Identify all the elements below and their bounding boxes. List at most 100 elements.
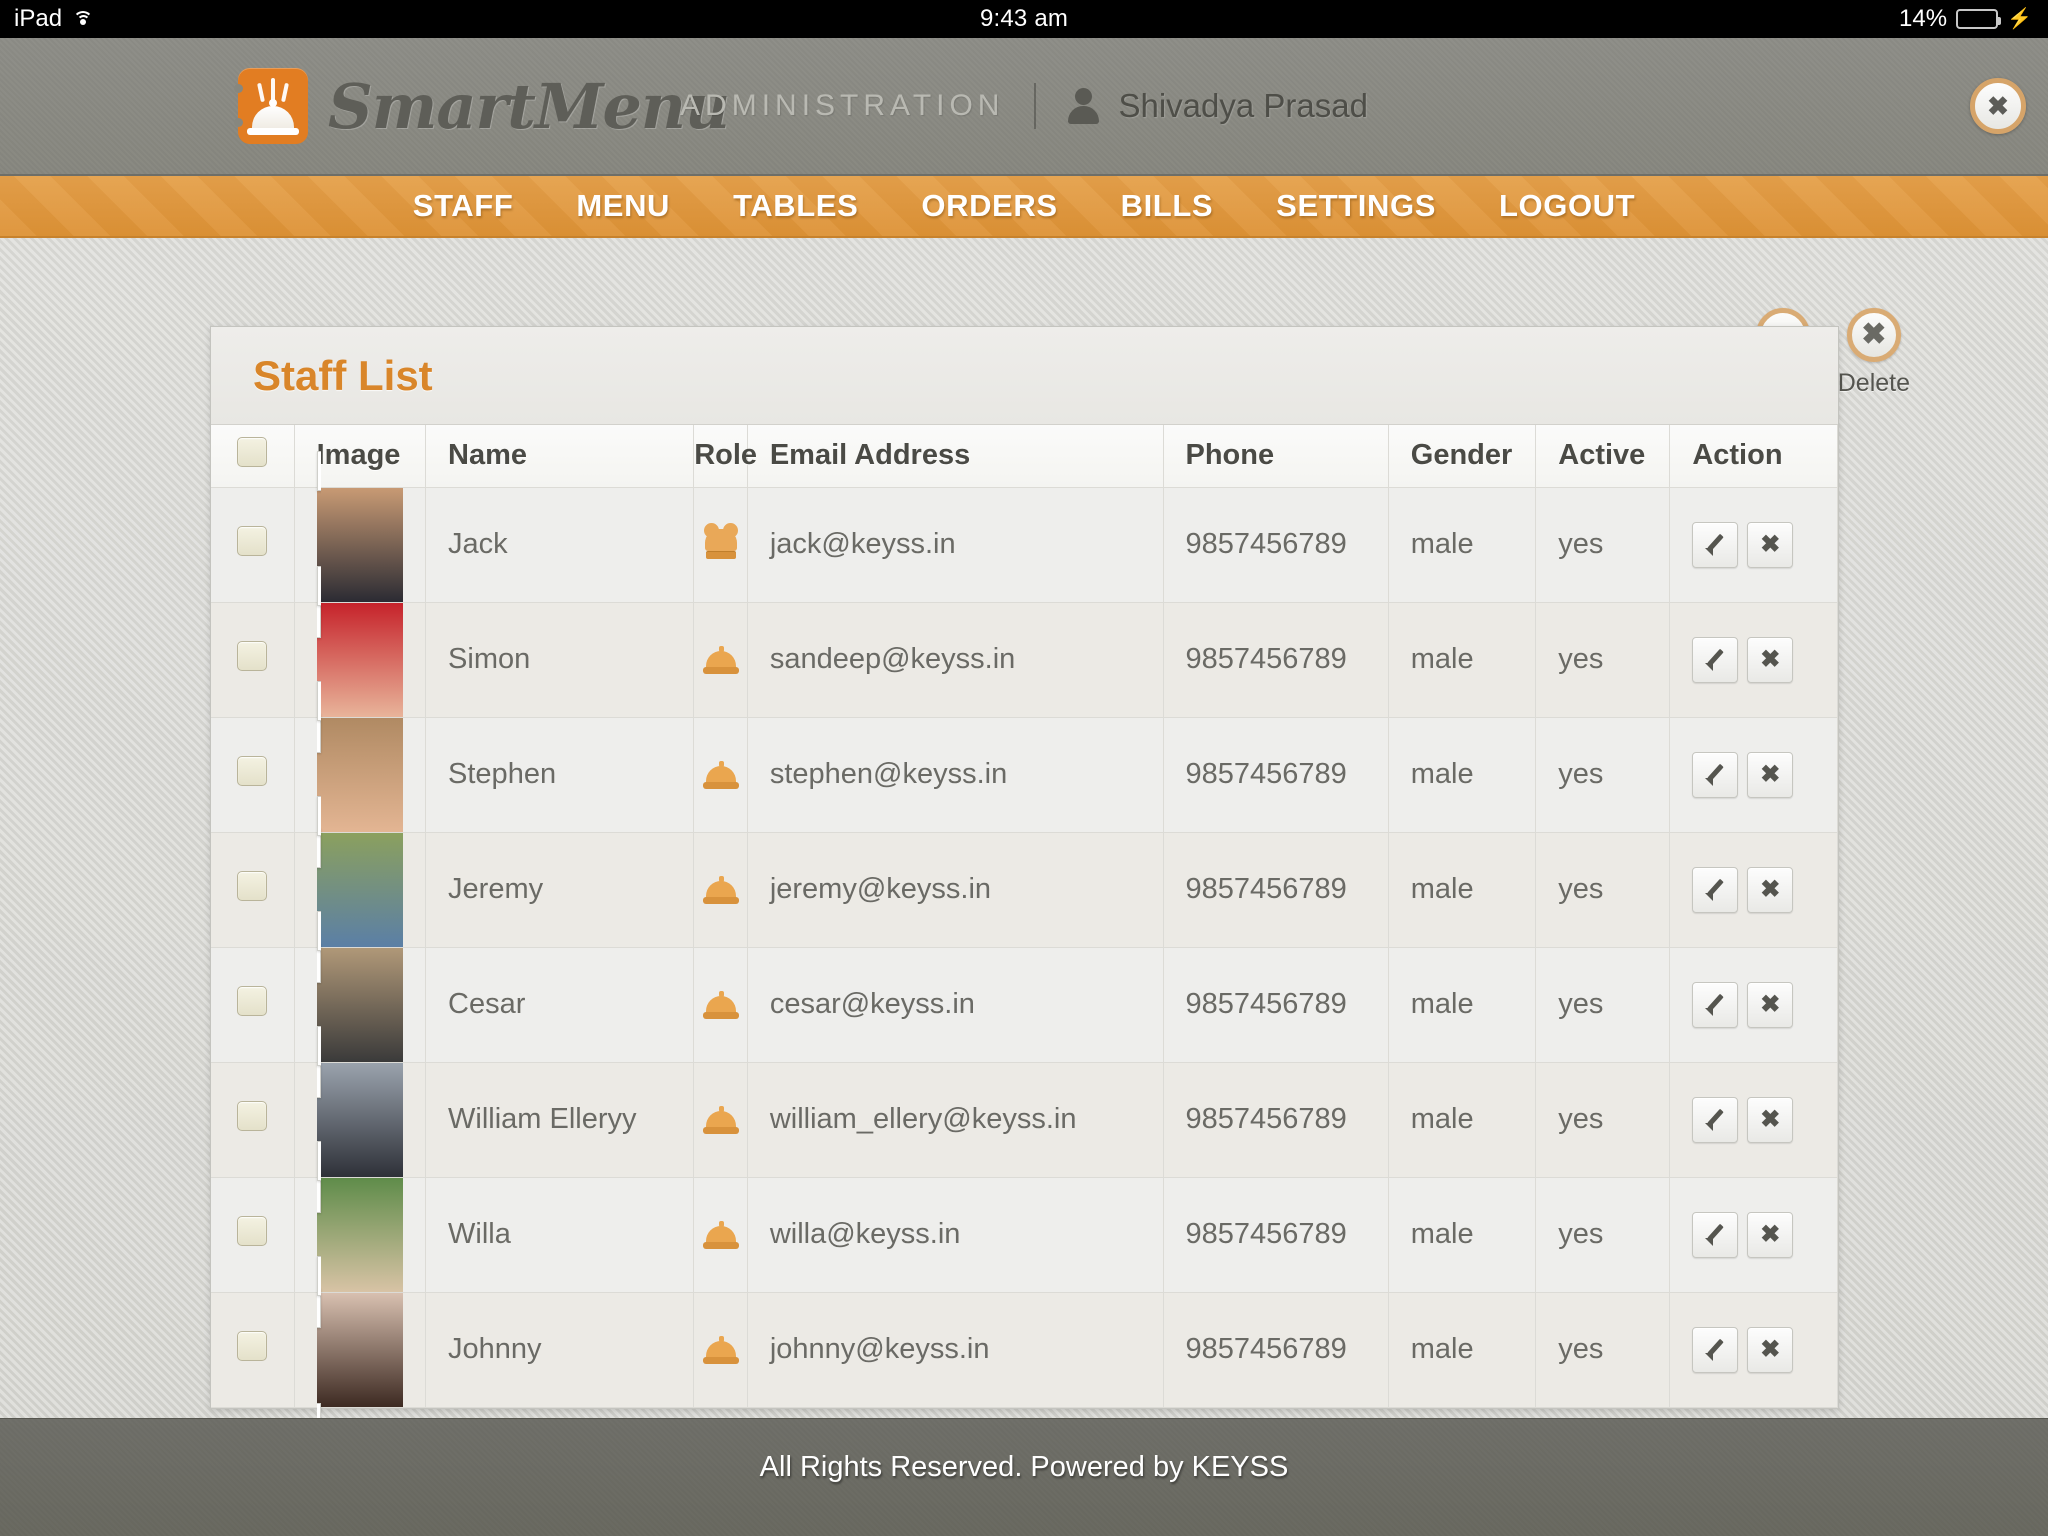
close-x-icon[interactable]: ✖ <box>1747 981 1794 1028</box>
column-header-gender[interactable]: Gender <box>1388 425 1537 488</box>
staff-gender: male <box>1388 717 1537 833</box>
staff-gender: male <box>1388 1177 1537 1293</box>
close-x-icon[interactable]: ✖ <box>1747 1096 1794 1143</box>
delete-button[interactable]: ✖ Delete <box>1838 308 1910 398</box>
avatar-cell <box>294 1255 427 1418</box>
nav-item-staff[interactable]: STAFF <box>413 188 514 224</box>
nav-item-menu[interactable]: MENU <box>576 188 670 224</box>
role-cell <box>693 602 748 718</box>
row-select-cell <box>211 1177 295 1293</box>
table-row[interactable]: Simon sandeep@keyss.in 9857456789 male yes ✖ <box>211 565 1838 753</box>
row-checkbox[interactable] <box>237 1330 268 1361</box>
row-select-cell <box>211 947 295 1063</box>
nav-item-settings[interactable]: SETTINGS <box>1276 188 1436 224</box>
pencil-edit-icon[interactable] <box>1692 1211 1739 1258</box>
pencil-edit-icon[interactable] <box>1692 1326 1739 1373</box>
close-x-icon[interactable]: ✖ <box>1747 636 1794 683</box>
status-bar-right: 14% ⚡ <box>1899 5 2032 33</box>
staff-active: yes <box>1535 487 1671 603</box>
row-checkbox[interactable] <box>237 1215 268 1246</box>
panel-header: Staff List <box>211 327 1838 425</box>
row-actions-cell: ✖ <box>1669 832 1838 948</box>
staff-name: Simon <box>425 602 695 718</box>
staff-gender: male <box>1388 947 1537 1063</box>
table-row[interactable]: Willa willa@keyss.in 9857456789 male yes ✖ <box>211 1140 1838 1328</box>
column-header-phone[interactable]: Phone <box>1163 425 1389 488</box>
column-header-active[interactable]: Active <box>1535 425 1671 488</box>
staff-email: cesar@keyss.in <box>747 947 1164 1063</box>
table-row[interactable]: Jeremy jeremy@keyss.in 9857456789 male yes ✖ <box>211 795 1838 983</box>
staff-active: yes <box>1535 602 1671 718</box>
staff-phone: 9857456789 <box>1163 487 1389 603</box>
row-select-cell <box>211 1292 295 1408</box>
serving-dome-icon <box>701 1100 741 1140</box>
nav-item-bills[interactable]: BILLS <box>1121 188 1214 224</box>
serving-dome-icon <box>701 870 741 910</box>
close-x-icon[interactable]: ✖ <box>1747 521 1794 568</box>
staff-active: yes <box>1535 832 1671 948</box>
pencil-edit-icon[interactable] <box>1692 866 1739 913</box>
staff-name: Stephen <box>425 717 695 833</box>
serving-dome-icon <box>701 1330 741 1370</box>
avatar-cell <box>294 1025 427 1213</box>
row-checkbox[interactable] <box>237 1100 268 1131</box>
role-cell <box>693 947 748 1063</box>
user-chip[interactable]: Shivadya Prasad <box>1066 86 1368 126</box>
column-header-name[interactable]: Name <box>425 425 695 488</box>
close-icon[interactable]: ✖ <box>1970 78 2026 134</box>
table-row[interactable]: Stephen stephen@keyss.in 9857456789 male yes… <box>211 680 1838 868</box>
staff-phone: 9857456789 <box>1163 1062 1389 1178</box>
column-header-role[interactable]: Role <box>693 425 757 488</box>
staff-phone: 9857456789 <box>1163 1177 1389 1293</box>
ios-status-bar: iPad 9:43 am 14% ⚡ <box>0 0 2048 38</box>
avatar-cell <box>294 795 427 983</box>
staff-email: stephen@keyss.in <box>747 717 1164 833</box>
nav-item-logout[interactable]: LOGOUT <box>1499 188 1635 224</box>
row-actions-cell: ✖ <box>1669 487 1838 603</box>
row-actions-cell: ✖ <box>1669 602 1838 718</box>
row-checkbox[interactable] <box>237 755 268 786</box>
staff-gender: male <box>1388 602 1537 718</box>
row-checkbox[interactable] <box>237 640 268 671</box>
table-row[interactable]: Johnny johnny@keyss.in 9857456789 male yes ✖ <box>211 1255 1838 1418</box>
row-actions-cell: ✖ <box>1669 1177 1838 1293</box>
staff-email: jack@keyss.in <box>747 487 1164 603</box>
row-select-cell <box>211 832 295 948</box>
close-x-icon[interactable]: ✖ <box>1747 1326 1794 1373</box>
pencil-edit-icon[interactable] <box>1692 1096 1739 1143</box>
row-checkbox[interactable] <box>237 985 268 1016</box>
row-select-cell <box>211 602 295 718</box>
nav-item-orders[interactable]: ORDERS <box>921 188 1057 224</box>
select-all-checkbox[interactable] <box>237 436 268 467</box>
column-header-image[interactable]: Image <box>294 425 427 488</box>
table-row[interactable]: Jack jack@keyss.in 9857456789 male yes ✖ <box>211 450 1838 638</box>
staff-active: yes <box>1535 717 1671 833</box>
staff-gender: male <box>1388 487 1537 603</box>
lightning-bolt-icon: ⚡ <box>2007 8 2032 30</box>
nav-item-tables[interactable]: TABLES <box>733 188 858 224</box>
pencil-edit-icon[interactable] <box>1692 521 1739 568</box>
staff-gender: male <box>1388 1292 1537 1408</box>
pencil-edit-icon[interactable] <box>1692 751 1739 798</box>
staff-email: william_ellery@keyss.in <box>747 1062 1164 1178</box>
row-checkbox[interactable] <box>237 870 268 901</box>
close-x-icon[interactable]: ✖ <box>1747 866 1794 913</box>
close-x-icon[interactable]: ✖ <box>1747 1211 1794 1258</box>
row-actions-cell: ✖ <box>1669 1062 1838 1178</box>
table-row[interactable]: Cesar cesar@keyss.in 9857456789 male yes ✖ <box>211 910 1838 1098</box>
staff-list-panel: Staff List Image Name Role Email Address… <box>210 326 1839 1418</box>
staff-table: Image Name Role Email Address Phone Gend… <box>211 425 1838 1418</box>
pencil-edit-icon[interactable] <box>1692 981 1739 1028</box>
pencil-edit-icon[interactable] <box>1692 636 1739 683</box>
staff-active: yes <box>1535 1062 1671 1178</box>
staff-active: yes <box>1535 1177 1671 1293</box>
staff-phone: 9857456789 <box>1163 947 1389 1063</box>
header-divider <box>1034 83 1037 129</box>
main-nav: STAFF MENU TABLES ORDERS BILLS SETTINGS … <box>0 176 2048 238</box>
close-x-icon[interactable]: ✖ <box>1747 751 1794 798</box>
table-row[interactable]: William Elleryy william_ellery@keyss.in 98… <box>211 1025 1838 1213</box>
row-checkbox[interactable] <box>237 525 268 556</box>
staff-email: sandeep@keyss.in <box>747 602 1164 718</box>
staff-phone: 9857456789 <box>1163 1292 1389 1408</box>
column-header-email[interactable]: Email Address <box>747 425 1164 488</box>
